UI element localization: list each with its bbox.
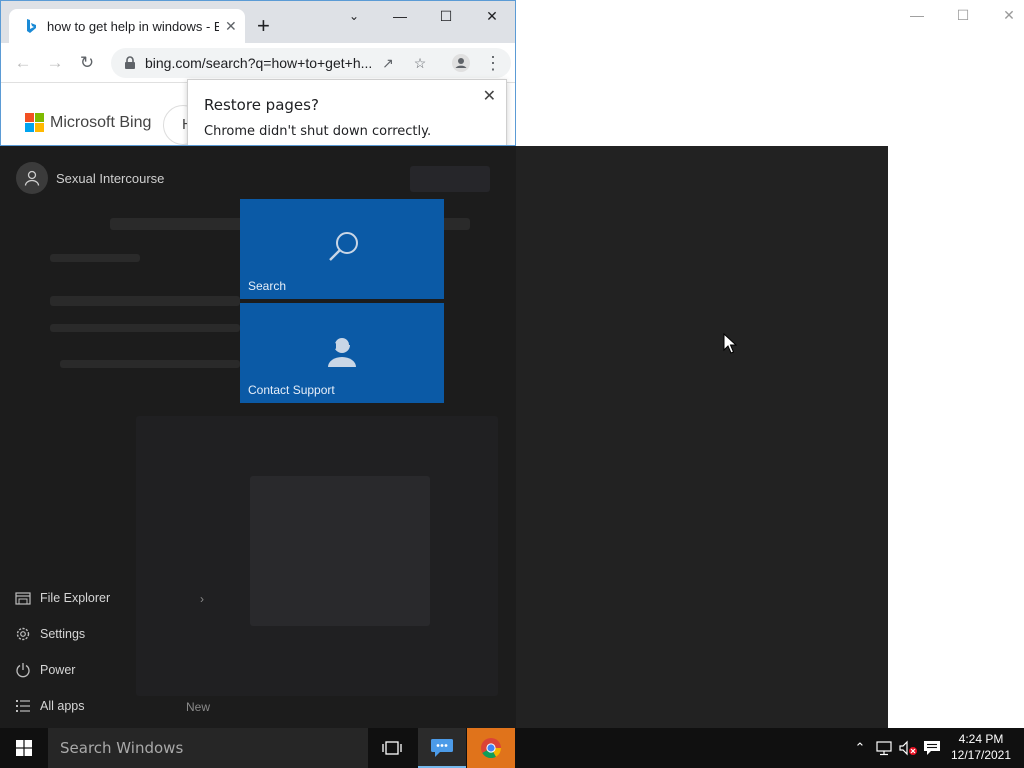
clock-time: 4:24 PM — [958, 732, 1004, 746]
start-menu: Sexual Intercourse Search Contact Suppor… — [0, 146, 888, 728]
tile-label: Contact Support — [248, 383, 335, 397]
microsoft-logo-icon — [25, 113, 44, 132]
new-tab-icon[interactable]: + — [257, 13, 270, 39]
menu-item-label: Settings — [40, 627, 86, 641]
support-agent-icon — [328, 336, 356, 367]
taskbar-search[interactable]: Search Windows — [48, 728, 368, 768]
windows-logo-icon — [16, 740, 32, 756]
back-icon[interactable]: ← — [11, 51, 35, 75]
system-clock[interactable]: 4:24 PM 12/17/2021 — [942, 731, 1020, 763]
search-placeholder: Search Windows — [60, 739, 184, 757]
chat-icon — [431, 739, 453, 757]
menu-item-file-explorer[interactable]: File Explorer — [14, 586, 110, 610]
menu-item-label: Power — [40, 663, 76, 677]
file-explorer-icon — [14, 589, 32, 607]
list-icon — [14, 697, 32, 715]
close-icon[interactable]: ✕ — [469, 5, 515, 27]
chrome-window: how to get help in windows - Bi ✕ + ⌄ — … — [0, 0, 516, 146]
menu-item-settings[interactable]: Settings — [14, 622, 85, 646]
taskbar-app-chrome[interactable] — [467, 728, 515, 768]
profile-icon[interactable] — [449, 51, 473, 75]
restore-pages-popup: Restore pages? Chrome didn't shut down c… — [187, 79, 507, 145]
url-text: bing.com/search?q=how+to+get+h... — [145, 55, 373, 71]
tile-search[interactable]: Search — [240, 199, 444, 299]
chrome-icon — [481, 738, 502, 759]
task-view-icon — [382, 741, 402, 755]
chevron-right-icon[interactable]: › — [200, 592, 204, 606]
chevron-up-icon[interactable]: ⌃ — [850, 728, 870, 768]
ghost-block — [60, 360, 240, 368]
brand-text: Microsoft Bing — [50, 113, 152, 131]
ghost-block — [50, 296, 240, 306]
menu-item-all-apps[interactable]: All apps — [14, 694, 84, 718]
avatar — [16, 162, 48, 194]
tab-strip: how to get help in windows - Bi ✕ + ⌄ — … — [1, 1, 515, 43]
browser-toolbar: ← → ↻ bing.com/search?q=how+to+get+h... … — [1, 43, 515, 83]
tile-label: Search — [248, 279, 287, 293]
user-name: Sexual Intercourse — [56, 170, 165, 186]
ghost-block — [250, 476, 430, 626]
ghost-block — [50, 254, 140, 262]
menu-item-label: All apps — [40, 699, 85, 713]
menu-item-power[interactable]: Power — [14, 658, 75, 682]
tab-search-icon[interactable]: ⌄ — [331, 5, 377, 27]
menu-dots-icon[interactable]: ⋮ — [481, 51, 505, 75]
ghost-block — [410, 166, 490, 192]
browser-tab[interactable]: how to get help in windows - Bi ✕ — [9, 9, 245, 43]
start-button[interactable] — [0, 728, 48, 768]
share-icon[interactable]: ↗ — [377, 52, 399, 74]
new-badge: New — [186, 700, 211, 714]
star-icon[interactable]: ☆ — [409, 52, 431, 74]
taskbar-app-chat[interactable] — [418, 728, 466, 768]
notification-icon[interactable] — [920, 728, 944, 768]
reload-icon[interactable]: ↻ — [75, 51, 99, 75]
popup-title: Restore pages? — [204, 96, 319, 114]
minimize-icon[interactable]: — — [894, 4, 940, 26]
bing-icon — [27, 19, 36, 33]
ghost-block — [50, 324, 240, 332]
clock-date: 12/17/2021 — [950, 748, 1012, 762]
popup-message: Chrome didn't shut down correctly. — [204, 124, 432, 139]
lock-icon — [125, 56, 135, 69]
user-account[interactable]: Sexual Intercourse — [16, 162, 164, 194]
tab-title: how to get help in windows - Bi — [47, 18, 219, 34]
close-icon[interactable]: ✕ — [986, 4, 1024, 26]
maximize-icon[interactable]: ☐ — [423, 5, 469, 27]
menu-item-label: File Explorer — [40, 591, 111, 605]
tab-close-icon[interactable]: ✕ — [225, 18, 237, 35]
user-icon — [24, 170, 40, 186]
mouse-cursor-icon — [723, 333, 737, 354]
forward-icon[interactable]: → — [43, 51, 67, 75]
minimize-icon[interactable]: — — [377, 5, 423, 27]
search-icon — [329, 232, 358, 261]
close-icon[interactable]: ✕ — [483, 86, 496, 106]
microsoft-bing-logo[interactable]: Microsoft Bing — [25, 113, 151, 132]
maximize-icon[interactable]: ☐ — [940, 4, 986, 26]
network-icon[interactable] — [872, 728, 896, 768]
gear-icon — [14, 625, 32, 643]
task-view-button[interactable] — [368, 728, 416, 768]
taskbar: Search Windows ⌃ 4:24 PM 12/17/2021 — [0, 728, 1024, 768]
volume-muted-icon[interactable] — [896, 728, 920, 768]
tile-contact-support[interactable]: Contact Support — [240, 303, 444, 403]
power-icon — [14, 661, 32, 679]
